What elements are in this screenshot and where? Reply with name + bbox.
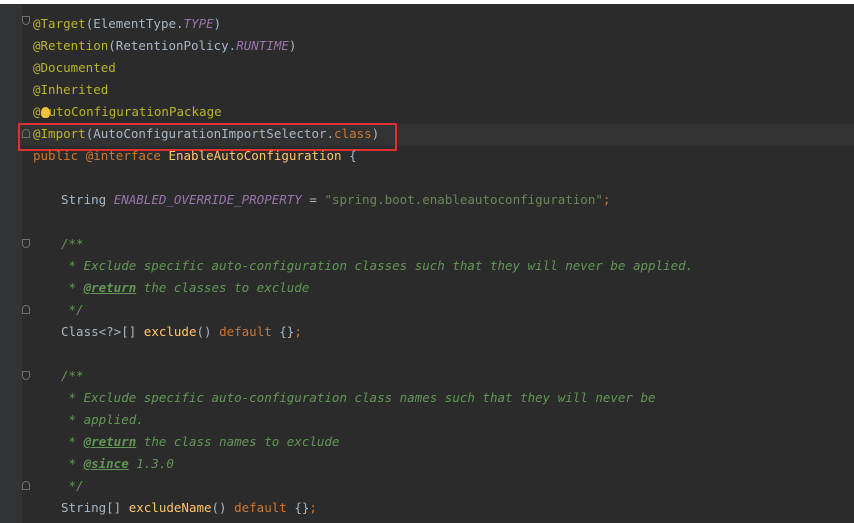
doc-text: * [61, 434, 84, 449]
type-name: String[] [61, 500, 129, 515]
annotation: @Inherited [33, 82, 109, 97]
code-line[interactable]: @ utoConfigurationPackage [33, 102, 222, 122]
javadoc-line[interactable]: /** [61, 234, 84, 254]
javadoc-line[interactable]: */ [61, 300, 84, 320]
doc-tag: @since [83, 456, 129, 471]
doc-text: /** [61, 368, 84, 383]
semicolon: ; [309, 500, 317, 515]
doc-tag: @return [83, 434, 137, 449]
fold-marker-icon[interactable] [22, 16, 30, 25]
javadoc-line[interactable]: * @return the classes to exclude [61, 278, 310, 298]
method-name: exclude [143, 324, 197, 339]
doc-text: * [61, 280, 84, 295]
code-line[interactable]: String[] excludeName() default {}; [61, 498, 317, 518]
enum-constant: TYPE [183, 16, 214, 31]
interface-name: EnableAutoConfiguration [168, 148, 342, 163]
javadoc-line[interactable]: */ [61, 476, 84, 496]
code-line[interactable]: public @interface EnableAutoConfiguratio… [33, 146, 357, 166]
doc-text: the class names to exclude [136, 434, 340, 449]
code-text: ) [213, 16, 222, 31]
intention-bulb-icon[interactable] [41, 107, 50, 118]
method-name: excludeName [128, 500, 212, 515]
keyword: @interface [85, 148, 169, 163]
editor-gutter[interactable] [0, 4, 22, 523]
javadoc-line[interactable]: * applied. [61, 410, 144, 430]
code-line[interactable]: @Target(ElementType.TYPE) [33, 14, 221, 34]
code-text: () [211, 500, 235, 515]
code-text: (RetentionPolicy. [108, 38, 237, 53]
doc-text: * applied. [61, 412, 144, 427]
constant-name: ENABLED_OVERRIDE_PROPERTY [113, 192, 302, 207]
javadoc-line[interactable]: /** [61, 366, 84, 386]
javadoc-line[interactable]: * Exclude specific auto-configuration cl… [61, 256, 694, 276]
code-text: {} [286, 500, 310, 515]
string-literal: "spring.boot.enableautoconfiguration" [324, 192, 603, 207]
code-line[interactable]: @Documented [33, 58, 116, 78]
doc-text: * Exclude specific auto-configuration cl… [61, 390, 656, 405]
semicolon: ; [294, 324, 302, 339]
annotation: @Documented [33, 60, 116, 75]
fold-marker-icon[interactable] [22, 371, 30, 380]
doc-text: 1.3.0 [128, 456, 174, 471]
code-text: ) [288, 38, 297, 53]
code-line[interactable]: Class<?>[] exclude() default {}; [61, 322, 302, 342]
doc-text: * Exclude specific auto-configuration cl… [61, 258, 694, 273]
doc-text: * [61, 456, 84, 471]
code-text: { [341, 148, 357, 163]
enum-constant: RUNTIME [236, 38, 289, 53]
javadoc-line[interactable]: * @since 1.3.0 [61, 454, 174, 474]
type-name: Class<?>[] [61, 324, 144, 339]
type-name: String [61, 192, 114, 207]
code-line[interactable]: String ENABLED_OVERRIDE_PROPERTY = "spri… [61, 190, 610, 210]
code-line[interactable]: @Inherited [33, 80, 108, 100]
doc-text: */ [61, 478, 84, 493]
annotation: @Target [33, 16, 86, 31]
annotation: utoConfigurationPackage [48, 104, 222, 119]
code-line[interactable]: @Retention(RetentionPolicy.RUNTIME) [33, 36, 296, 56]
fold-marker-icon[interactable] [22, 481, 30, 490]
doc-text: the classes to exclude [136, 280, 310, 295]
doc-text: /** [61, 236, 84, 251]
fold-marker-icon[interactable] [22, 305, 30, 314]
javadoc-line[interactable]: * Exclude specific auto-configuration cl… [61, 388, 656, 408]
semicolon: ; [602, 192, 611, 207]
doc-text: */ [61, 302, 84, 317]
code-text: (ElementType. [85, 16, 184, 31]
code-text: = [301, 192, 325, 207]
keyword: default [219, 324, 272, 339]
code-text: () [196, 324, 220, 339]
fold-marker-icon[interactable] [22, 239, 30, 248]
annotation: @Retention [33, 38, 109, 53]
doc-tag: @return [83, 280, 137, 295]
keyword: public [33, 148, 86, 163]
javadoc-line[interactable]: * @return the class names to exclude [61, 432, 340, 452]
code-text: {} [271, 324, 295, 339]
annotation: @ [33, 104, 41, 119]
keyword: default [234, 500, 287, 515]
